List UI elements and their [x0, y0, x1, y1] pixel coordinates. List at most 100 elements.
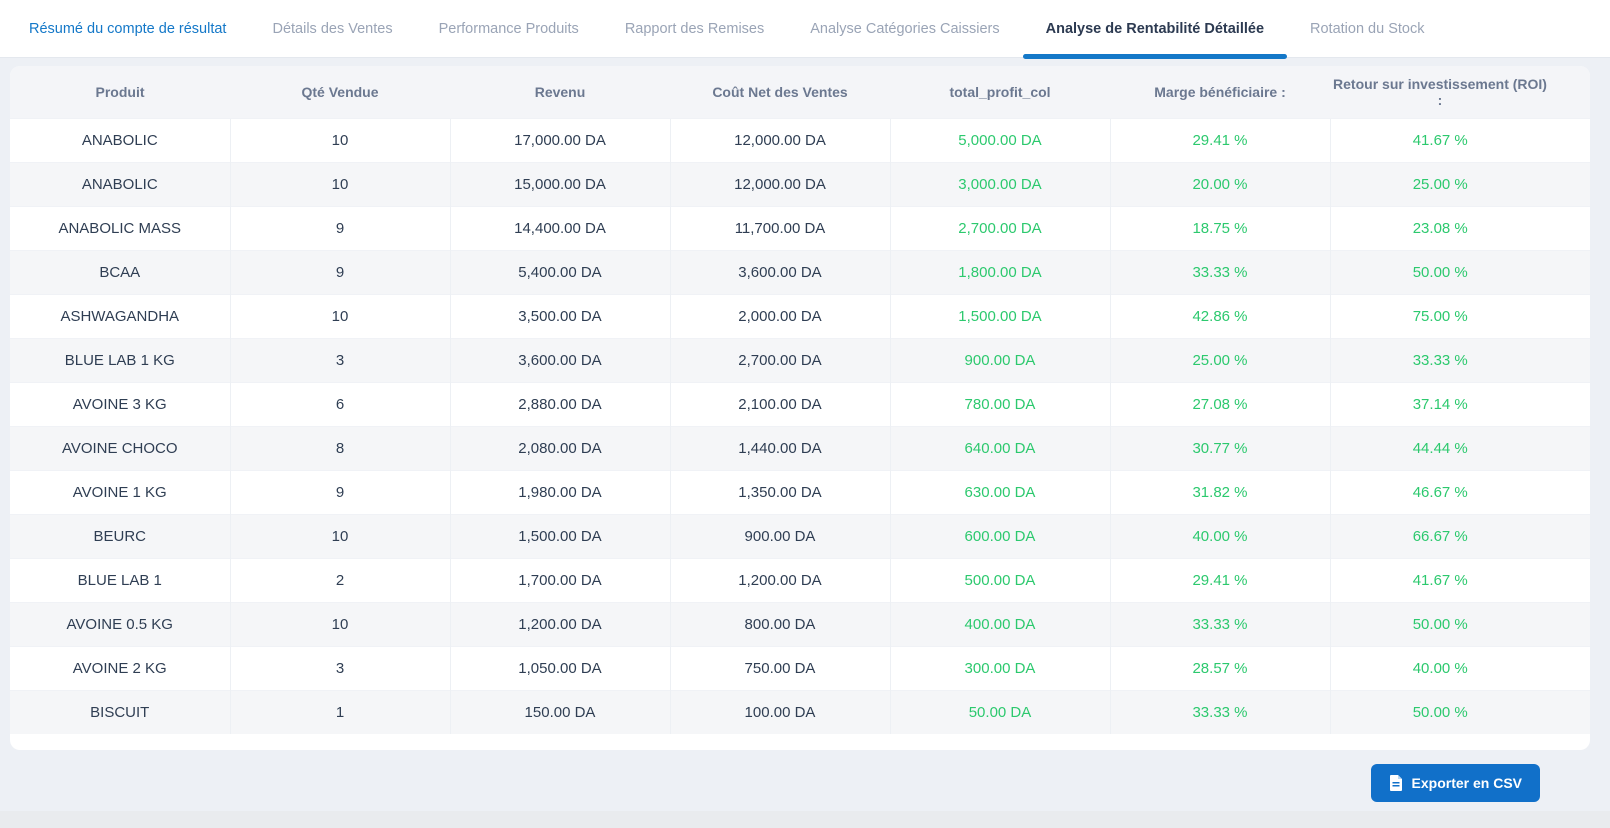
cell-0: ANABOLIC MASS [10, 205, 230, 250]
column-header-4: total_profit_col [890, 66, 1110, 118]
cell-1: 10 [229, 117, 450, 162]
cell-6: 41.67 % [1329, 557, 1550, 602]
table-row: BCAA 9 5,400.00 DA 3,600.00 DA 1,800.00 DA 33… [10, 249, 1590, 294]
cell-filler [1550, 645, 1590, 690]
cell-3: 12,000.00 DA [669, 161, 890, 206]
cell-5: 33.33 % [1109, 249, 1330, 294]
cell-4: 900.00 DA [889, 337, 1110, 382]
cell-filler [1550, 161, 1590, 206]
cell-2: 15,000.00 DA [449, 161, 670, 206]
tab-details-des-ventes[interactable]: Détails des Ventes [249, 0, 415, 57]
cell-4: 780.00 DA [889, 381, 1110, 426]
cell-4: 500.00 DA [889, 557, 1110, 602]
cell-2: 1,700.00 DA [449, 557, 670, 602]
table-row: ANABOLIC 10 15,000.00 DA 12,000.00 DA 3,000.… [10, 161, 1590, 206]
tab-analyse-rentabilite-detaillee[interactable]: Analyse de Rentabilité Détaillée [1022, 0, 1288, 59]
bottom-strip [0, 811, 1610, 828]
column-header-1: Qté Vendue [230, 66, 450, 118]
cell-1: 10 [229, 161, 450, 206]
table-row: BISCUIT 1 150.00 DA 100.00 DA 50.00 DA 33.33 … [10, 689, 1590, 734]
cell-4: 640.00 DA [889, 425, 1110, 470]
cell-6: 25.00 % [1329, 161, 1550, 206]
cell-4: 600.00 DA [889, 513, 1110, 558]
cell-5: 40.00 % [1109, 513, 1330, 558]
cell-3: 1,350.00 DA [669, 469, 890, 514]
column-header-0: Produit [10, 66, 230, 118]
cell-6: 41.67 % [1329, 117, 1550, 162]
tab-rapport-des-remises[interactable]: Rapport des Remises [602, 0, 787, 57]
cell-2: 1,200.00 DA [449, 601, 670, 646]
cell-5: 28.57 % [1109, 645, 1330, 690]
table-row: BLUE LAB 1 2 1,700.00 DA 1,200.00 DA 500.00 … [10, 557, 1590, 602]
file-csv-icon [1389, 775, 1403, 791]
cell-0: AVOINE CHOCO [10, 425, 230, 470]
cell-3: 2,700.00 DA [669, 337, 890, 382]
table-row: ANABOLIC 10 17,000.00 DA 12,000.00 DA 5,000.… [10, 117, 1590, 162]
cell-1: 1 [229, 689, 450, 734]
cell-5: 29.41 % [1109, 117, 1330, 162]
cell-6: 37.14 % [1329, 381, 1550, 426]
cell-0: AVOINE 1 KG [10, 469, 230, 514]
cell-2: 1,500.00 DA [449, 513, 670, 558]
cell-5: 27.08 % [1109, 381, 1330, 426]
column-header-5: Marge bénéficiaire : [1110, 66, 1330, 118]
cell-2: 2,880.00 DA [449, 381, 670, 426]
cell-3: 2,000.00 DA [669, 293, 890, 338]
cell-4: 5,000.00 DA [889, 117, 1110, 162]
cell-0: AVOINE 2 KG [10, 645, 230, 690]
cell-filler [1550, 293, 1590, 338]
table-body: ANABOLIC 10 17,000.00 DA 12,000.00 DA 5,000.… [10, 117, 1590, 734]
tab-analyse-categories-caissiers[interactable]: Analyse Catégories Caissiers [787, 0, 1022, 57]
cell-2: 3,600.00 DA [449, 337, 670, 382]
cell-4: 1,800.00 DA [889, 249, 1110, 294]
column-header-6: Retour sur investissement (ROI) : [1330, 66, 1550, 118]
export-csv-button[interactable]: Exporter en CSV [1370, 764, 1540, 802]
cell-5: 30.77 % [1109, 425, 1330, 470]
cell-5: 42.86 % [1109, 293, 1330, 338]
cell-2: 150.00 DA [449, 689, 670, 734]
cell-6: 50.00 % [1329, 601, 1550, 646]
cell-3: 800.00 DA [669, 601, 890, 646]
cell-4: 1,500.00 DA [889, 293, 1110, 338]
footer-bar: Exporter en CSV [0, 750, 1610, 802]
cell-4: 630.00 DA [889, 469, 1110, 514]
cell-3: 3,600.00 DA [669, 249, 890, 294]
table-header-row: Produit Qté Vendue Revenu Coût Net des Vent… [10, 66, 1590, 118]
cell-2: 17,000.00 DA [449, 117, 670, 162]
cell-6: 23.08 % [1329, 205, 1550, 250]
table-row: AVOINE 1 KG 9 1,980.00 DA 1,350.00 DA 630.00… [10, 469, 1590, 514]
cell-4: 50.00 DA [889, 689, 1110, 734]
cell-5: 25.00 % [1109, 337, 1330, 382]
tab-bar: Résumé du compte de résultat Détails des … [0, 0, 1610, 59]
tab-rotation-du-stock[interactable]: Rotation du Stock [1287, 0, 1447, 57]
cell-6: 66.67 % [1329, 513, 1550, 558]
cell-0: BLUE LAB 1 KG [10, 337, 230, 382]
cell-6: 50.00 % [1329, 689, 1550, 734]
table-row: BEURC 10 1,500.00 DA 900.00 DA 600.00 DA 40.0… [10, 513, 1590, 558]
tab-resume-compte-resultat[interactable]: Résumé du compte de résultat [6, 0, 249, 57]
cell-filler [1550, 513, 1590, 558]
tab-performance-produits[interactable]: Performance Produits [416, 0, 602, 57]
cell-2: 5,400.00 DA [449, 249, 670, 294]
cell-1: 10 [229, 513, 450, 558]
table-row: AVOINE 0.5 KG 10 1,200.00 DA 800.00 DA 400.0… [10, 601, 1590, 646]
cell-6: 75.00 % [1329, 293, 1550, 338]
cell-5: 20.00 % [1109, 161, 1330, 206]
cell-1: 9 [229, 469, 450, 514]
cell-0: BLUE LAB 1 [10, 557, 230, 602]
cell-6: 40.00 % [1329, 645, 1550, 690]
cell-2: 2,080.00 DA [449, 425, 670, 470]
cell-4: 3,000.00 DA [889, 161, 1110, 206]
cell-1: 9 [229, 205, 450, 250]
cell-filler [1550, 601, 1590, 646]
cell-2: 14,400.00 DA [449, 205, 670, 250]
export-csv-label: Exporter en CSV [1411, 775, 1522, 791]
cell-3: 900.00 DA [669, 513, 890, 558]
cell-6: 33.33 % [1329, 337, 1550, 382]
profitability-table: Produit Qté Vendue Revenu Coût Net des Vent… [10, 66, 1590, 734]
cell-6: 44.44 % [1329, 425, 1550, 470]
cell-3: 750.00 DA [669, 645, 890, 690]
cell-filler [1550, 425, 1590, 470]
cell-5: 29.41 % [1109, 557, 1330, 602]
cell-3: 11,700.00 DA [669, 205, 890, 250]
